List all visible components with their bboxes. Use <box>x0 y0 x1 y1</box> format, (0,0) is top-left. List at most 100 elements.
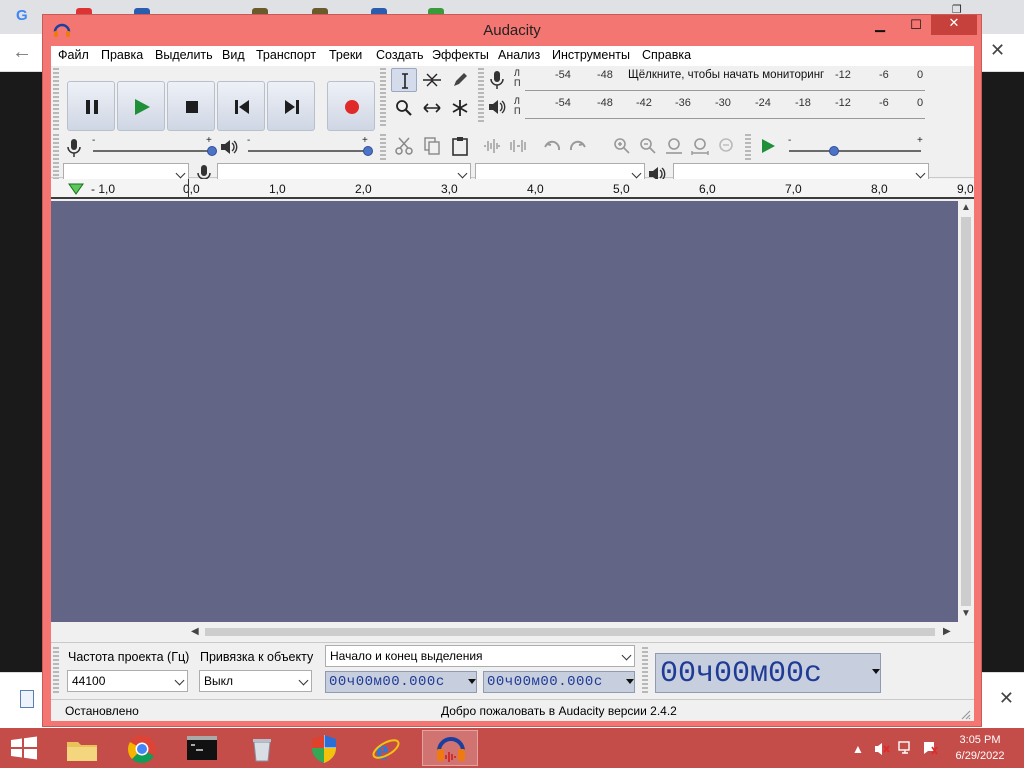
close-button[interactable]: ✕ <box>931 15 977 35</box>
play-button[interactable] <box>117 81 165 131</box>
silence-button[interactable] <box>505 134 531 158</box>
minimize-button[interactable]: ▁ <box>863 17 897 37</box>
menu-effects[interactable]: Эффекты <box>432 48 489 62</box>
menu-tracks[interactable]: Треки <box>329 48 362 62</box>
close-icon[interactable]: ✕ <box>999 688 1014 709</box>
file-explorer-taskbar-button[interactable] <box>54 730 110 766</box>
recording-volume-slider[interactable] <box>93 150 213 152</box>
file-icon[interactable] <box>20 690 34 708</box>
toolbar-grip[interactable] <box>745 134 751 160</box>
skip-to-end-button[interactable] <box>267 81 315 131</box>
scroll-right-icon[interactable]: ▶ <box>943 626 951 637</box>
horizontal-scrollbar[interactable]: ◀ ▶ <box>187 624 957 640</box>
google-icon[interactable]: G <box>16 7 28 24</box>
playback-speed-thumb[interactable] <box>829 146 839 156</box>
clock-time[interactable]: 3:05 PM <box>950 734 1010 746</box>
time-format-dropdown-icon[interactable] <box>872 669 880 674</box>
fit-selection-button[interactable] <box>661 134 687 158</box>
clock-date[interactable]: 6/29/2022 <box>946 750 1014 762</box>
redo-button[interactable] <box>565 134 591 158</box>
maximize-button[interactable]: ☐ <box>899 17 933 37</box>
audio-position-display[interactable]: 00ч00м00с <box>655 653 881 693</box>
selection-end-time[interactable]: 00ч00м00.000с <box>483 671 635 693</box>
pin-playhead-icon[interactable] <box>68 183 84 195</box>
security-taskbar-button[interactable] <box>296 730 352 766</box>
play-at-speed-button[interactable] <box>755 134 781 158</box>
record-meter-bar[interactable] <box>525 90 925 91</box>
multi-tool-button[interactable] <box>447 96 473 120</box>
record-meter-prompt[interactable]: Щёлкните, чтобы начать мониторинг <box>628 69 824 81</box>
record-button[interactable] <box>327 81 375 131</box>
volume-muted-icon[interactable] <box>874 742 890 756</box>
stop-button[interactable] <box>167 81 215 131</box>
time-shift-tool-button[interactable] <box>419 96 445 120</box>
toolbar-grip[interactable] <box>380 134 386 160</box>
playback-meter-bar[interactable] <box>525 118 925 119</box>
title-bar[interactable]: Audacity ▁ ☐ ✕ <box>43 15 981 45</box>
menu-select[interactable]: Выделить <box>155 48 213 62</box>
horizontal-scroll-thumb[interactable] <box>205 628 935 636</box>
skip-to-start-button[interactable] <box>217 81 265 131</box>
toolbar-grip[interactable] <box>642 647 648 695</box>
microphone-icon[interactable] <box>489 70 505 90</box>
vertical-scrollbar[interactable]: ▲ ▼ <box>958 201 974 622</box>
action-center-icon[interactable] <box>922 741 938 756</box>
menu-view[interactable]: Вид <box>222 48 245 62</box>
speaker-icon[interactable] <box>487 98 507 116</box>
track-panel[interactable] <box>51 201 958 622</box>
zoom-out-button[interactable] <box>635 134 661 158</box>
selection-tool-button[interactable] <box>391 68 417 92</box>
fit-project-button[interactable] <box>687 134 713 158</box>
windows-start-icon[interactable] <box>10 736 38 760</box>
toolbar-grip[interactable] <box>53 134 59 160</box>
show-hidden-icons-icon[interactable]: ▲ <box>852 742 864 756</box>
trim-button[interactable] <box>479 134 505 158</box>
zoom-in-button[interactable] <box>609 134 635 158</box>
menu-tools[interactable]: Инструменты <box>552 48 630 62</box>
timeline-ruler[interactable]: - 1,0 0,0 1,0 2,0 3,0 4,0 5,0 6,0 7,0 8,… <box>51 179 974 199</box>
envelope-tool-button[interactable] <box>419 68 445 92</box>
menu-analyze[interactable]: Анализ <box>498 48 540 62</box>
scroll-down-icon[interactable]: ▼ <box>961 608 971 619</box>
selection-start-time[interactable]: 00ч00м00.000с <box>325 671 477 693</box>
microphone-icon <box>67 139 81 157</box>
menu-help[interactable]: Справка <box>642 48 691 62</box>
resize-grip-icon[interactable] <box>959 708 971 720</box>
toolbar-grip[interactable] <box>478 68 484 122</box>
scroll-left-icon[interactable]: ◀ <box>191 626 199 637</box>
time-format-dropdown-icon[interactable] <box>468 679 476 684</box>
toolbar-grip[interactable] <box>53 647 59 695</box>
recording-volume-thumb[interactable] <box>207 146 217 156</box>
draw-tool-button[interactable] <box>447 68 473 92</box>
playback-volume-thumb[interactable] <box>363 146 373 156</box>
menu-edit[interactable]: Правка <box>101 48 143 62</box>
back-arrow-icon[interactable]: ← <box>12 41 32 64</box>
playback-volume-slider[interactable] <box>248 150 368 152</box>
pause-button[interactable] <box>67 81 115 131</box>
snap-to-select[interactable]: Выкл <box>199 670 312 692</box>
toolbar-grip[interactable] <box>380 68 386 126</box>
selection-mode-select[interactable]: Начало и конец выделения <box>325 645 635 667</box>
zoom-toggle-button[interactable] <box>713 134 739 158</box>
copy-button[interactable] <box>419 134 445 158</box>
menu-transport[interactable]: Транспорт <box>256 48 316 62</box>
playback-speed-slider[interactable] <box>789 150 921 152</box>
time-format-dropdown-icon[interactable] <box>626 679 634 684</box>
audacity-taskbar-button[interactable] <box>422 730 478 766</box>
undo-button[interactable] <box>539 134 565 158</box>
paste-button[interactable] <box>447 134 473 158</box>
zoom-tool-button[interactable] <box>391 96 417 120</box>
cut-button[interactable] <box>391 134 417 158</box>
menu-file[interactable]: Файл <box>58 48 89 62</box>
command-prompt-taskbar-button[interactable] <box>174 730 230 766</box>
close-icon[interactable]: ✕ <box>990 40 1005 61</box>
network-icon[interactable] <box>898 741 914 756</box>
toolbar-grip[interactable] <box>53 68 59 132</box>
chrome-taskbar-button[interactable] <box>114 730 170 766</box>
project-rate-select[interactable]: 44100 <box>67 670 188 692</box>
menu-generate[interactable]: Создать <box>376 48 424 62</box>
internet-explorer-taskbar-button[interactable]: e <box>358 730 414 766</box>
scroll-up-icon[interactable]: ▲ <box>961 202 971 213</box>
control-panel-taskbar-button[interactable] <box>234 730 290 766</box>
vertical-scroll-thumb[interactable] <box>961 217 971 606</box>
